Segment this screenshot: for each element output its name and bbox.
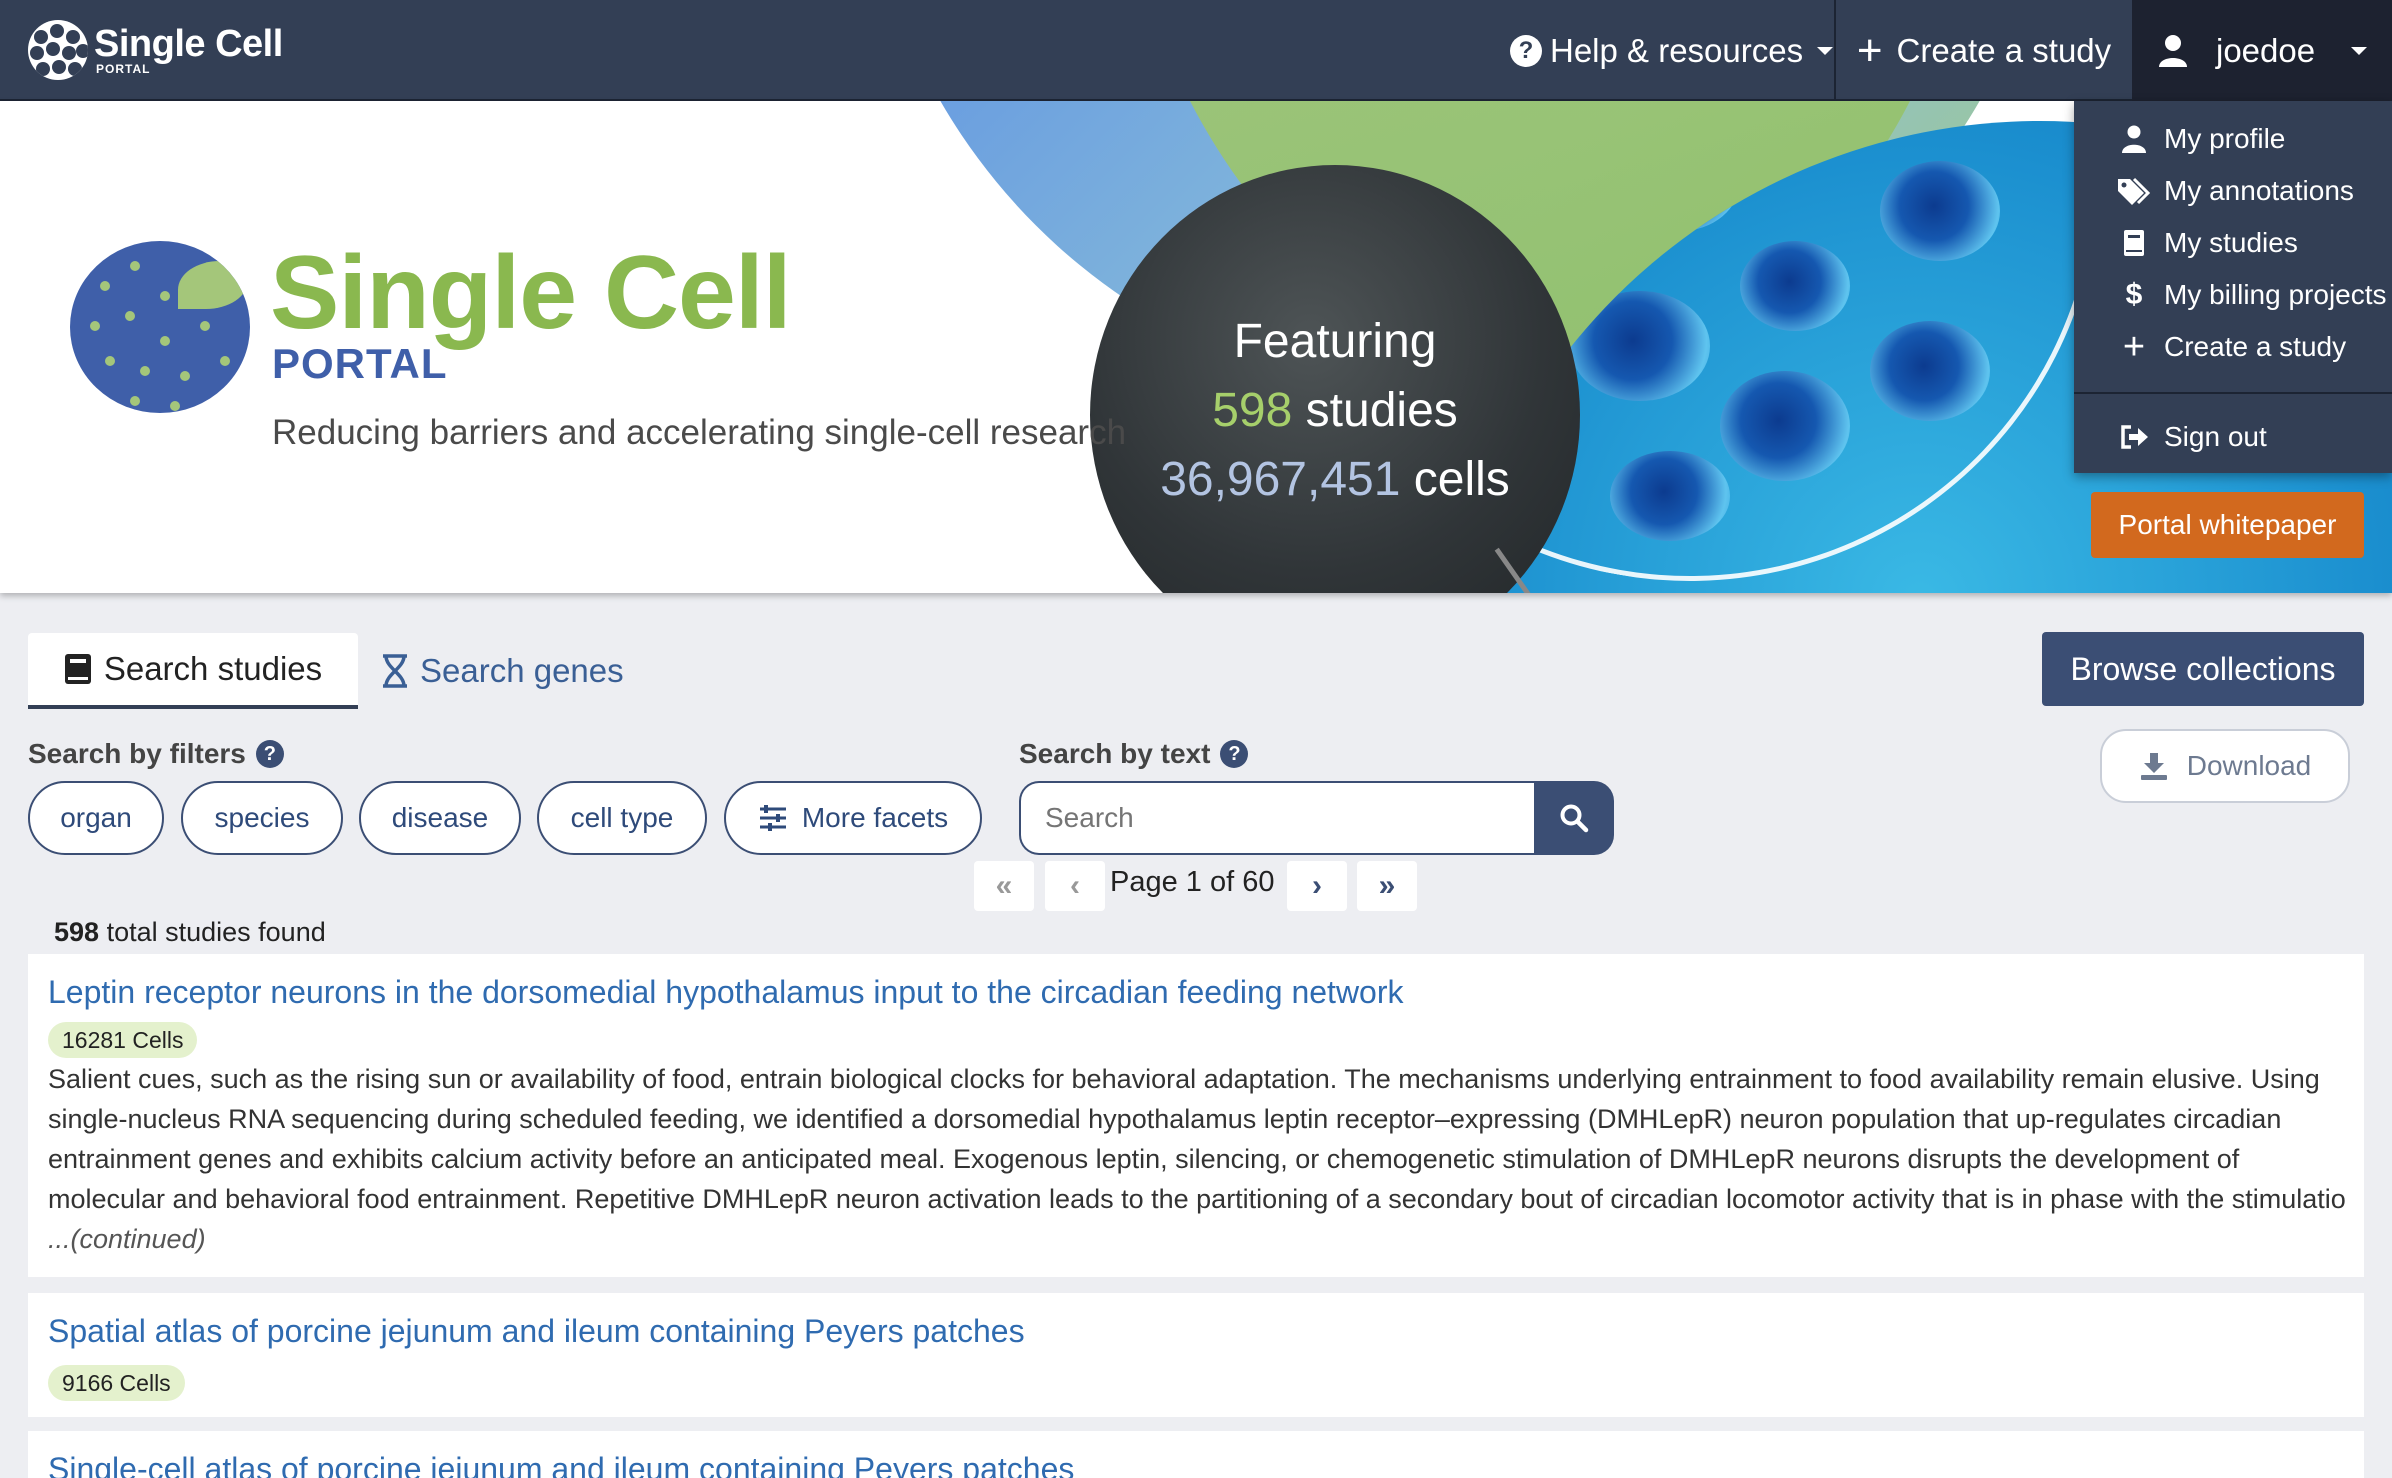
brand-logo[interactable]: Single Cell PORTAL (28, 18, 283, 82)
plus-icon: + (2122, 325, 2146, 368)
download-label: Download (2186, 750, 2312, 781)
dna-icon (380, 654, 410, 688)
next-page-button[interactable]: › (1287, 861, 1347, 911)
menu-item-label: My billing projects (2164, 279, 2387, 310)
double-chevron-right-icon: » (1378, 869, 1396, 902)
facet-organ[interactable]: organ (28, 781, 164, 855)
study-description-text: Salient cues, such as the rising sun or … (48, 1064, 2346, 1214)
total-label: total studies found (106, 917, 326, 947)
hero-banner: Single Cell PORTAL Reducing barriers and… (0, 101, 2392, 593)
tab-search-genes-label: Search genes (420, 652, 624, 689)
portal-title: Single Cell (270, 235, 792, 351)
study-result-card: Leptin receptor neurons in the dorsomedi… (28, 954, 2364, 1277)
portal-subtitle: PORTAL (272, 340, 448, 387)
caret-down-icon (2351, 46, 2368, 55)
search-input[interactable] (1019, 781, 1534, 855)
portal-logo-icon (70, 241, 250, 413)
study-title-link[interactable]: Leptin receptor neurons in the dorsomedi… (48, 974, 1404, 1011)
search-by-filters-text: Search by filters (28, 738, 246, 769)
user-menu-toggle[interactable]: joedoe (2132, 0, 2392, 101)
facet-cell-type[interactable]: cell type (537, 781, 707, 855)
navbar: Single Cell PORTAL ? Help & resources + … (0, 0, 2392, 101)
tags-icon (2116, 177, 2152, 205)
user-dropdown-menu: My profile My annotations My studies $ M… (2074, 101, 2392, 473)
search-by-text-text: Search by text (1019, 738, 1211, 769)
study-result-card: Spatial atlas of porcine jejunum and ile… (28, 1293, 2364, 1417)
question-circle-icon[interactable]: ? (1220, 740, 1249, 768)
continued-link[interactable]: ...(continued) (48, 1224, 206, 1254)
menu-item-label: My profile (2164, 123, 2286, 154)
sign-out-icon (2116, 424, 2152, 450)
study-title-link[interactable]: Spatial atlas of porcine jejunum and ile… (48, 1313, 1025, 1350)
search-submit-button[interactable] (1534, 781, 1614, 855)
tab-search-studies-label: Search studies (103, 650, 323, 687)
question-circle-icon: ? (1510, 35, 1542, 67)
create-study-label: Create a study (1896, 31, 2112, 69)
featuring-label: Featuring (1233, 315, 1437, 368)
menu-item-label: Create a study (2164, 331, 2347, 362)
book-icon (64, 653, 92, 685)
create-study-nav-button[interactable]: + Create a study (1834, 0, 2132, 101)
tab-search-studies[interactable]: Search studies (28, 633, 358, 709)
more-facets-label: More facets (801, 802, 949, 833)
search-by-filters-label: Search by filters ? (28, 738, 284, 770)
total-count: 598 (54, 917, 100, 947)
download-icon (2139, 751, 2169, 781)
search-by-text-label: Search by text ? (1019, 738, 1249, 770)
menu-item-label: My annotations (2164, 175, 2354, 206)
last-page-button[interactable]: » (1357, 861, 1417, 911)
study-title-link[interactable]: Single-cell atlas of porcine jejunum and… (48, 1451, 1074, 1478)
menu-item-my-annotations[interactable]: My annotations (2074, 165, 2392, 217)
download-button[interactable]: Download (2100, 729, 2350, 803)
user-icon (2116, 125, 2152, 153)
cells-label: cells (1413, 453, 1510, 506)
search-icon (1559, 803, 1589, 833)
sliders-icon (758, 805, 788, 831)
studies-label: studies (1305, 384, 1458, 437)
menu-item-sign-out[interactable]: Sign out (2074, 411, 2392, 463)
portal-whitepaper-button[interactable]: Portal whitepaper (2091, 492, 2364, 558)
plus-icon: + (1856, 25, 1883, 75)
portal-tagline: Reducing barriers and accelerating singl… (272, 413, 1127, 452)
previous-page-button[interactable]: ‹ (1045, 861, 1105, 911)
chevron-right-icon: › (1312, 869, 1322, 902)
browse-collections-button[interactable]: Browse collections (2042, 632, 2364, 706)
brand-logo-icon (28, 20, 88, 80)
book-icon (2116, 229, 2152, 257)
featuring-stats: Featuring 598 studies 36,967,451 cells (1090, 307, 1580, 514)
more-facets-button[interactable]: More facets (724, 781, 982, 855)
menu-item-label: My studies (2164, 227, 2298, 258)
cells-count: 36,967,451 (1160, 453, 1401, 506)
facet-species[interactable]: species (181, 781, 343, 855)
studies-count: 598 (1212, 384, 1293, 437)
menu-divider (2074, 392, 2392, 394)
study-result-card: Single-cell atlas of porcine jejunum and… (28, 1431, 2364, 1478)
menu-item-my-billing-projects[interactable]: $ My billing projects (2074, 269, 2392, 321)
menu-item-label: Sign out (2164, 421, 2267, 452)
username: joedoe (2216, 31, 2316, 69)
caret-down-icon (1817, 47, 1834, 55)
dollar-icon: $ (2125, 278, 2143, 311)
cell-count-badge: 9166 Cells (48, 1365, 185, 1401)
total-studies-found: 598 total studies found (54, 917, 326, 948)
help-resources-label: Help & resources (1550, 32, 1804, 69)
cell-count-badge: 16281 Cells (48, 1022, 198, 1058)
double-chevron-left-icon: « (995, 869, 1013, 902)
brand-title: Single Cell (94, 23, 283, 65)
help-resources-menu[interactable]: ? Help & resources (1510, 26, 1834, 76)
facet-disease[interactable]: disease (359, 781, 521, 855)
menu-item-create-study[interactable]: + Create a study (2074, 321, 2392, 373)
page-indicator: Page 1 of 60 (1110, 866, 1275, 898)
menu-item-my-profile[interactable]: My profile (2074, 113, 2392, 165)
study-description: Salient cues, such as the rising sun or … (48, 1059, 2348, 1259)
chevron-left-icon: ‹ (1070, 869, 1080, 902)
question-circle-icon[interactable]: ? (255, 740, 284, 768)
first-page-button[interactable]: « (974, 861, 1034, 911)
tab-search-genes[interactable]: Search genes (380, 633, 680, 709)
menu-item-my-studies[interactable]: My studies (2074, 217, 2392, 269)
user-icon (2158, 34, 2188, 68)
